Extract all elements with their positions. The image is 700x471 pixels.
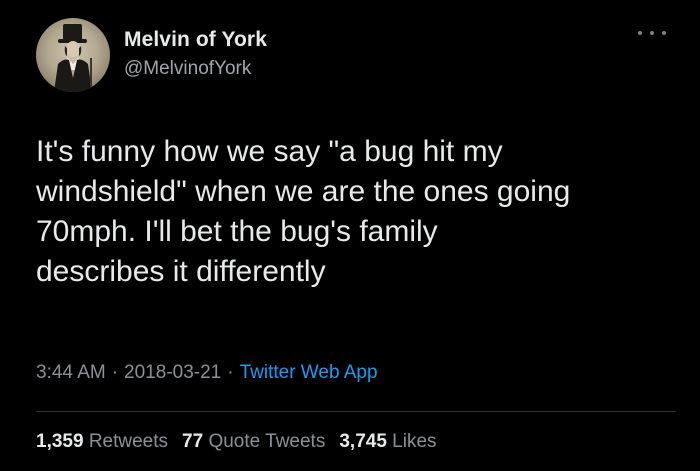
likes-stat[interactable]: 3,745 Likes [339,431,436,452]
user-handle[interactable]: @MelvinofYork [124,58,251,80]
meta-separator: · [227,362,234,383]
tweet-card: Melvin of York @MelvinofYork It's funny … [0,0,700,471]
likes-count: 3,745 [339,431,387,452]
display-name[interactable]: Melvin of York [124,28,267,52]
quote-tweets-count: 77 [182,431,204,452]
engagement-stats: 1,359 Retweets 77 Quote Tweets 3,745 Likes [36,431,451,453]
more-dot [662,31,666,35]
more-dot [650,31,654,35]
retweets-count: 1,359 [36,431,84,452]
portrait-avatar-icon [54,24,92,92]
tweet-metadata: 3:44 AM · 2018-03-21 · Twitter Web App [36,362,378,384]
divider [36,411,676,412]
more-options-icon[interactable] [638,26,666,40]
quote-tweets-label: Quote Tweets [208,431,326,452]
retweets-stat[interactable]: 1,359 Retweets [36,431,168,452]
likes-label: Likes [392,431,437,452]
more-dot [638,31,642,35]
avatar[interactable] [36,18,110,92]
meta-separator: · [111,362,119,383]
tweet-text: It's funny how we say "a bug hit my wind… [36,135,571,288]
tweet-time[interactable]: 3:44 AM [36,362,106,383]
quote-tweets-stat[interactable]: 77 Quote Tweets [182,431,325,452]
tweet-date[interactable]: 2018-03-21 [124,362,221,383]
retweets-label: Retweets [88,431,169,452]
tweet-source-link[interactable]: Twitter Web App [240,362,378,383]
